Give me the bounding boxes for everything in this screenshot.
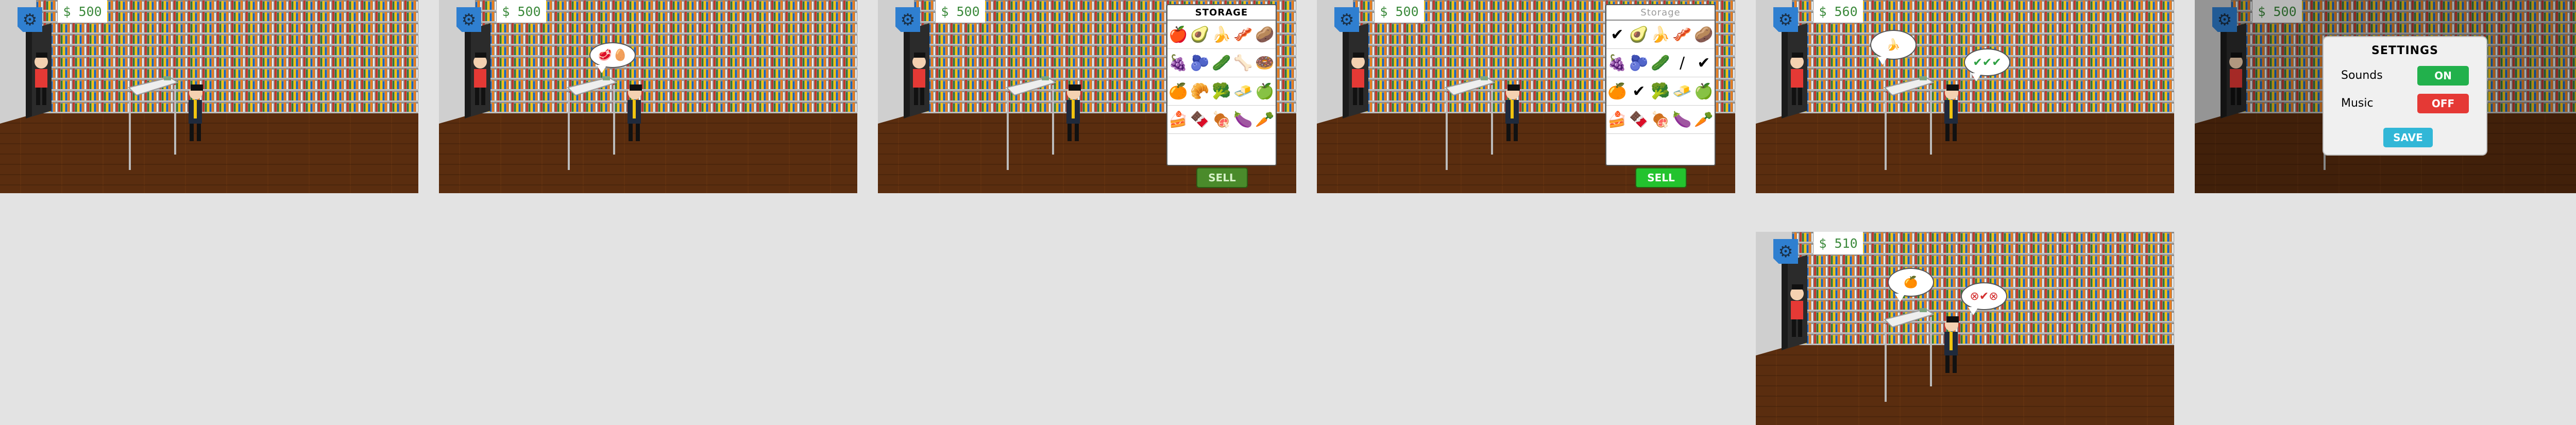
storage-item[interactable]: 🥒 xyxy=(1211,49,1232,77)
storage-item[interactable]: 🍊 xyxy=(1606,77,1628,106)
result-check-icon: ✔✔✔ xyxy=(1973,56,2002,69)
storage-item[interactable]: 🍖 xyxy=(1211,106,1232,134)
storage-item[interactable]: 🍰 xyxy=(1606,106,1628,134)
request-item-icon: 🍌 xyxy=(1886,38,1901,52)
panel-6: ⚙ $ 500 SETTINGS Sounds ON Music OFF SAV… xyxy=(2195,0,2576,193)
storage-item[interactable]: 🍇 xyxy=(1606,49,1628,77)
storage-item[interactable]: 🥑 xyxy=(1628,21,1650,49)
store-scene xyxy=(0,0,418,193)
storage-item[interactable]: 🍌 xyxy=(1650,21,1671,49)
storage-item[interactable]: 🫐 xyxy=(1189,49,1211,77)
result-mixed-icon: ⊗✔⊗ xyxy=(1970,290,1998,303)
storage-item[interactable]: ✔ xyxy=(1606,21,1628,49)
storage-grid: ✔ 🥑 🍌 🥓 🥔 🍇 🫐 🥒 / ✔ 🍊 ✔ 🥦 🧈 🍏 🍰 🍫 🍖 🍆 🥕 xyxy=(1606,21,1715,134)
panel-5: ⚙ $ 560 🍌 ✔✔✔ xyxy=(1756,0,2174,193)
settings-title: SETTINGS xyxy=(2371,44,2438,57)
storage-item[interactable]: 🍇 xyxy=(1167,49,1189,77)
request-item-icon: 🥩 xyxy=(598,48,612,62)
money-display: $ 510 xyxy=(1814,232,1863,254)
customer-request-bubble: 🍊 xyxy=(1888,268,1934,302)
money-display: $ 500 xyxy=(497,0,546,23)
storage-item[interactable]: ✔ xyxy=(1693,49,1715,77)
result-bubble: ⊗✔⊗ xyxy=(1961,282,2007,315)
panel-2: ⚙ $ 500 🥩 🥚 xyxy=(439,0,857,193)
storage-item[interactable]: 🦴 xyxy=(1232,49,1254,77)
storage-item[interactable]: 🍎 xyxy=(1167,21,1189,49)
store-scene xyxy=(1756,232,2174,425)
storage-item[interactable]: 🍖 xyxy=(1650,106,1671,134)
storage-item[interactable]: 🍫 xyxy=(1189,106,1211,134)
sell-button[interactable]: SELL xyxy=(1635,167,1687,188)
storage-item[interactable]: 🍌 xyxy=(1211,21,1232,49)
gear-icon[interactable]: ⚙ xyxy=(895,7,920,32)
money-display: $ 500 xyxy=(936,0,985,23)
storage-title: STORAGE xyxy=(1167,5,1276,21)
storage-item[interactable]: 🥕 xyxy=(1254,106,1276,134)
storage-item[interactable]: 🧈 xyxy=(1671,77,1693,106)
money-display: $ 500 xyxy=(58,0,107,23)
storage-item[interactable]: 🧈 xyxy=(1232,77,1254,106)
storage-item[interactable]: 🫐 xyxy=(1628,49,1650,77)
store-scene xyxy=(439,0,857,193)
customer-request-bubble: 🥩 🥚 xyxy=(589,42,636,73)
music-label: Music xyxy=(2341,97,2374,110)
request-item-icon: 🥚 xyxy=(613,48,628,62)
panel-1: ⚙ $ 500 xyxy=(0,0,418,193)
storage-item[interactable]: ✔ xyxy=(1628,77,1650,106)
store-scene xyxy=(1756,0,2174,193)
gear-icon[interactable]: ⚙ xyxy=(1773,7,1798,32)
storage-item[interactable]: / xyxy=(1671,49,1693,77)
storage-item[interactable]: 🥓 xyxy=(1671,21,1693,49)
storage-item[interactable]: 🍩 xyxy=(1254,49,1276,77)
result-bubble: ✔✔✔ xyxy=(1964,48,2010,81)
storage-item[interactable]: 🥓 xyxy=(1232,21,1254,49)
storage-item[interactable]: 🥒 xyxy=(1650,49,1671,77)
sounds-label: Sounds xyxy=(2341,69,2383,82)
music-toggle[interactable]: OFF xyxy=(2417,94,2469,113)
save-button[interactable]: SAVE xyxy=(2383,128,2433,147)
sounds-toggle[interactable]: ON xyxy=(2417,66,2469,86)
storage-item[interactable]: 🍫 xyxy=(1628,106,1650,134)
gear-icon[interactable]: ⚙ xyxy=(1773,239,1798,264)
gear-icon[interactable]: ⚙ xyxy=(456,7,481,32)
panel-7: ⚙ $ 510 🍊 ⊗✔⊗ xyxy=(1756,232,2174,425)
gear-icon[interactable]: ⚙ xyxy=(1334,7,1359,32)
request-item-icon: 🍊 xyxy=(1904,276,1918,289)
storage-item[interactable]: 🍆 xyxy=(1671,106,1693,134)
storage-item[interactable]: 🥦 xyxy=(1650,77,1671,106)
sell-button[interactable]: SELL xyxy=(1196,167,1248,188)
storage-item[interactable]: 🍏 xyxy=(1254,77,1276,106)
storage-panel: STORAGE 🍎 🥑 🍌 🥓 🥔 🍇 🫐 🥒 🦴 🍩 🍊 🥐 🥦 🧈 🍏 🍰 … xyxy=(1166,4,1277,166)
customer-request-bubble: 🍌 xyxy=(1870,30,1917,65)
storage-grid: 🍎 🥑 🍌 🥓 🥔 🍇 🫐 🥒 🦴 🍩 🍊 🥐 🥦 🧈 🍏 🍰 🍫 🍖 🍆 🥕 xyxy=(1167,21,1276,134)
storage-item[interactable]: 🍏 xyxy=(1693,77,1715,106)
storage-item[interactable]: 🍆 xyxy=(1232,106,1254,134)
storage-item[interactable]: 🥔 xyxy=(1693,21,1715,49)
storage-item[interactable]: 🍊 xyxy=(1167,77,1189,106)
panel-4: ⚙ $ 500 Storage ✔ 🥑 🍌 🥓 🥔 🍇 🫐 🥒 / ✔ 🍊 ✔ … xyxy=(1317,0,1735,193)
storage-item[interactable]: 🥔 xyxy=(1254,21,1276,49)
storage-item[interactable]: 🍰 xyxy=(1167,106,1189,134)
storage-item[interactable]: 🥑 xyxy=(1189,21,1211,49)
storage-title: Storage xyxy=(1606,5,1715,21)
money-display: $ 500 xyxy=(1375,0,1424,23)
storage-panel: Storage ✔ 🥑 🍌 🥓 🥔 🍇 🫐 🥒 / ✔ 🍊 ✔ 🥦 🧈 🍏 🍰 … xyxy=(1605,4,1716,166)
gear-icon[interactable]: ⚙ xyxy=(18,7,42,32)
panel-3: ⚙ $ 500 STORAGE 🍎 🥑 🍌 🥓 🥔 🍇 🫐 🥒 🦴 🍩 🍊 🥐 … xyxy=(878,0,1296,193)
storage-item[interactable]: 🥐 xyxy=(1189,77,1211,106)
settings-dialog: SETTINGS Sounds ON Music OFF SAVE xyxy=(2324,37,2486,155)
storage-item[interactable]: 🥕 xyxy=(1693,106,1715,134)
money-display: $ 560 xyxy=(1814,0,1863,23)
storage-item[interactable]: 🥦 xyxy=(1211,77,1232,106)
